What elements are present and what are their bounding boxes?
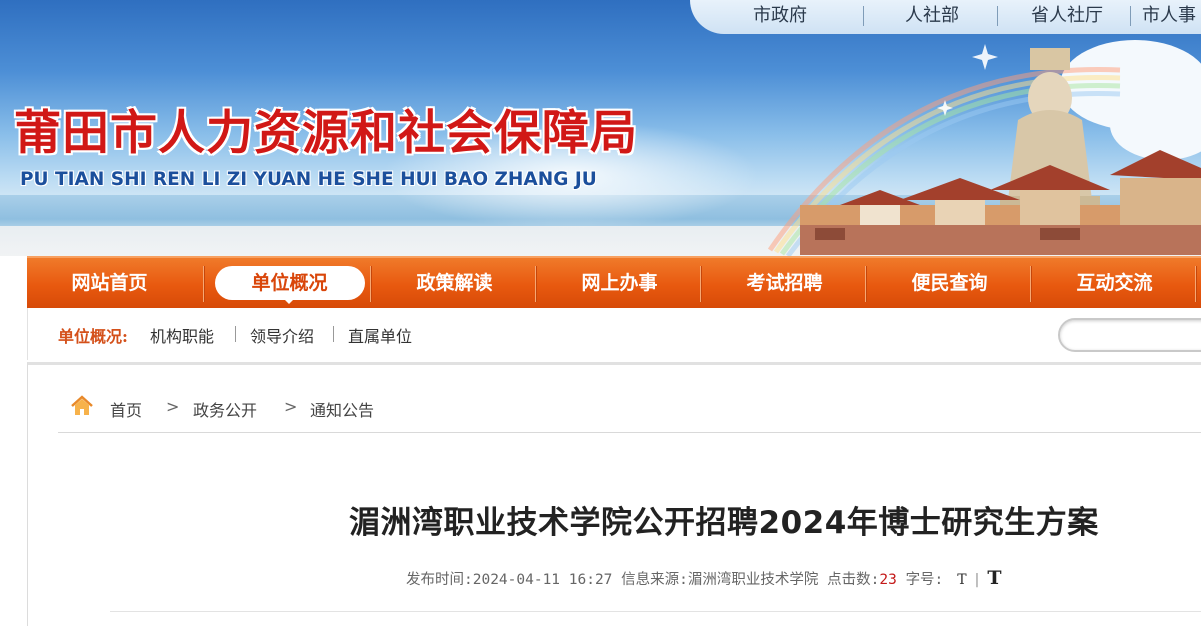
breadcrumb-home[interactable]: 首页 <box>110 397 142 421</box>
nav-item-exams[interactable]: 考试招聘 <box>702 258 867 308</box>
search-input[interactable] <box>1058 318 1201 352</box>
nav-divider <box>865 266 866 302</box>
main-nav: 网站首页 单位概况 政策解读 网上办事 考试招聘 便民查询 互动交流 <box>27 256 1201 308</box>
content-area: 首页 > 政务公开 > 通知公告 湄洲湾职业技术学院公开招聘2024年博士研究生… <box>27 362 1201 626</box>
font-size-large-button[interactable]: T <box>987 567 1001 589</box>
toplink-divider <box>997 6 998 26</box>
site-title: 莆田市人力资源和社会保障局 <box>14 106 638 161</box>
header-banner: 莆田市人力资源和社会保障局 PU TIAN SHI REN LI ZI YUAN… <box>0 0 1201 256</box>
toplink-mohrss[interactable]: 人社部 <box>887 4 977 28</box>
subnav-divider <box>235 326 236 342</box>
meta-divider <box>110 611 1201 612</box>
nav-item-home[interactable]: 网站首页 <box>27 258 192 308</box>
toplink-city-personnel[interactable]: 市人事 <box>1142 4 1201 28</box>
nav-divider <box>1030 266 1031 302</box>
nav-divider <box>1195 266 1196 302</box>
toplink-divider <box>863 6 864 26</box>
font-size-label: 字号: <box>905 572 944 588</box>
breadcrumb-gov-affairs[interactable]: 政务公开 <box>193 397 257 421</box>
breadcrumb: 首页 > 政务公开 > 通知公告 <box>58 365 1201 433</box>
nav-divider <box>203 266 204 302</box>
home-icon <box>71 395 93 415</box>
nav-item-label: 单位概况 <box>214 266 365 300</box>
sub-nav: 单位概况: 机构职能 领导介绍 直属单位 <box>27 308 1201 360</box>
breadcrumb-separator: > <box>284 397 298 416</box>
subnav-label: 单位概况: <box>58 327 128 346</box>
subnav-divider <box>333 326 334 342</box>
breadcrumb-notices[interactable]: 通知公告 <box>310 397 374 421</box>
article-meta: 发布时间:2024-04-11 16:27 信息来源:湄洲湾职业技术学院 点击数… <box>406 567 1002 589</box>
subnav-link-affiliates[interactable]: 直属单位 <box>348 323 412 347</box>
toplink-provincial-hrss[interactable]: 省人社厅 <box>1012 4 1122 28</box>
nav-item-public-query[interactable]: 便民查询 <box>867 258 1032 308</box>
top-links-bar: 市政府 人社部 省人社厅 市人事 <box>690 0 1201 34</box>
breadcrumb-separator: > <box>166 397 180 416</box>
source-label: 信息来源: <box>621 572 688 588</box>
font-size-small-button[interactable]: T <box>957 572 966 588</box>
toplink-divider <box>1130 6 1131 26</box>
subnav-link-functions[interactable]: 机构职能 <box>150 323 214 347</box>
site-title-pinyin: PU TIAN SHI REN LI ZI YUAN HE SHE HUI BA… <box>20 169 597 190</box>
nav-item-online-service[interactable]: 网上办事 <box>537 258 702 308</box>
publish-time: 2024-04-11 16:27 <box>472 572 613 588</box>
hits-label: 点击数: <box>827 572 880 588</box>
font-size-divider: | <box>972 572 982 588</box>
nav-item-policy[interactable]: 政策解读 <box>372 258 537 308</box>
source-value: 湄洲湾职业技术学院 <box>687 572 819 588</box>
nav-divider <box>700 266 701 302</box>
nav-divider <box>370 266 371 302</box>
article-title: 湄洲湾职业技术学院公开招聘2024年博士研究生方案 <box>349 505 1099 541</box>
publish-label: 发布时间: <box>406 572 473 588</box>
active-caret-icon <box>283 298 295 304</box>
hits-count: 23 <box>879 572 897 588</box>
nav-item-interaction[interactable]: 互动交流 <box>1032 258 1197 308</box>
nav-item-unit-overview[interactable]: 单位概况 <box>207 258 372 308</box>
toplink-city-gov[interactable]: 市政府 <box>735 4 825 28</box>
subnav-link-leaders[interactable]: 领导介绍 <box>250 323 314 347</box>
nav-divider <box>535 266 536 302</box>
